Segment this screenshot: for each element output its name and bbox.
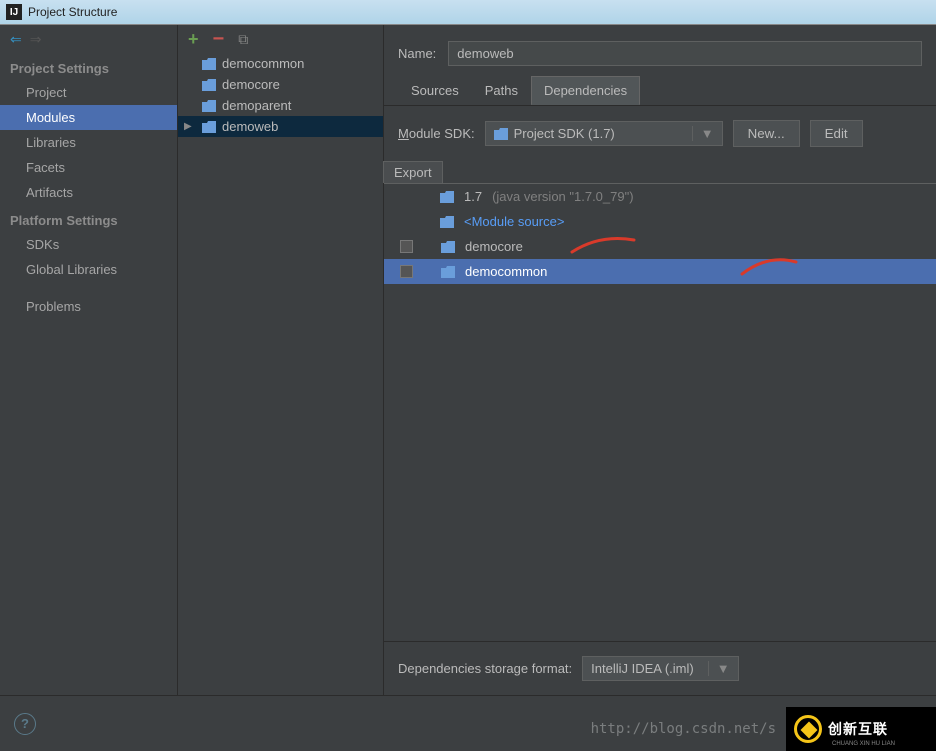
remove-icon[interactable]: − (213, 28, 225, 51)
folder-icon (202, 58, 216, 70)
dep-item-democommon[interactable]: democommon (384, 259, 936, 284)
module-list-panel: + − ⧉ democommon democore demoparent ▶ d… (178, 25, 384, 695)
module-label: demoparent (222, 98, 291, 113)
watermark-sub: CHUANG XIN HU LIAN (832, 741, 895, 747)
module-label: democore (222, 77, 280, 92)
nav-arrows: ⇐ ⇒ (0, 25, 177, 53)
folder-icon (440, 216, 454, 228)
dep-item-democore[interactable]: democore (384, 234, 936, 259)
section-platform-settings: Platform Settings (0, 205, 177, 232)
folder-icon (202, 121, 216, 133)
bottom-bar: ? http://blog.csdn.net/s 创新互联 CHUANG XIN… (0, 695, 936, 751)
storage-label: Dependencies storage format: (398, 661, 572, 676)
watermark-logo-icon (794, 715, 822, 743)
export-header: Export (383, 161, 443, 183)
dep-item-sdk[interactable]: 1.7 (java version "1.7.0_79") (384, 184, 936, 209)
back-icon[interactable]: ⇐ (10, 31, 22, 48)
dep-name: democore (465, 239, 523, 254)
copy-icon[interactable]: ⧉ (238, 31, 248, 48)
module-item-democommon[interactable]: democommon (178, 53, 383, 74)
folder-icon (441, 241, 455, 253)
watermark-logo: 创新互联 CHUANG XIN HU LIAN (786, 707, 936, 751)
title-bar: IJ Project Structure (0, 0, 936, 25)
folder-icon (202, 100, 216, 112)
dep-version: (java version "1.7.0_79") (492, 189, 633, 204)
folder-icon (440, 191, 454, 203)
folder-icon (202, 79, 216, 91)
dep-name: <Module source> (464, 214, 564, 229)
edit-button[interactable]: Edit (810, 120, 863, 147)
nav-artifacts[interactable]: Artifacts (0, 180, 177, 205)
nav-modules[interactable]: Modules (0, 105, 177, 130)
sdk-select[interactable]: Project SDK (1.7) ▼ (485, 121, 723, 146)
app-icon: IJ (6, 4, 22, 20)
section-project-settings: Project Settings (0, 53, 177, 80)
dependencies-list: 1.7 (java version "1.7.0_79") <Module so… (384, 183, 936, 641)
settings-sidebar: ⇐ ⇒ Project Settings Project Modules Lib… (0, 25, 178, 695)
sdk-value: Project SDK (1.7) (514, 126, 615, 141)
module-item-democore[interactable]: democore (178, 74, 383, 95)
module-item-demoparent[interactable]: demoparent (178, 95, 383, 116)
storage-value: IntelliJ IDEA (.iml) (591, 661, 694, 676)
nav-sdks[interactable]: SDKs (0, 232, 177, 257)
folder-icon (494, 128, 508, 140)
export-checkbox[interactable] (400, 265, 413, 278)
dep-name: democommon (465, 264, 547, 279)
add-icon[interactable]: + (188, 29, 199, 50)
nav-libraries[interactable]: Libraries (0, 130, 177, 155)
dropdown-icon: ▼ (692, 126, 714, 141)
new-button[interactable]: New... (733, 120, 800, 147)
tab-dependencies[interactable]: Dependencies (531, 76, 640, 105)
nav-global-libraries[interactable]: Global Libraries (0, 257, 177, 282)
nav-project[interactable]: Project (0, 80, 177, 105)
forward-icon: ⇒ (30, 31, 42, 48)
expand-arrow-icon[interactable]: ▶ (184, 121, 192, 132)
tab-paths[interactable]: Paths (472, 76, 531, 105)
window-title: Project Structure (28, 5, 117, 19)
name-label: Name: (398, 46, 436, 61)
nav-problems[interactable]: Problems (0, 294, 177, 319)
help-icon[interactable]: ? (14, 713, 36, 735)
tabs: Sources Paths Dependencies (384, 76, 936, 106)
module-label: demoweb (222, 119, 278, 134)
tab-sources[interactable]: Sources (398, 76, 472, 105)
export-checkbox[interactable] (400, 240, 413, 253)
module-item-demoweb[interactable]: ▶ demoweb (178, 116, 383, 137)
dep-name: 1.7 (464, 189, 482, 204)
detail-panel: Name: Sources Paths Dependencies Module … (384, 25, 936, 695)
watermark-brand: 创新互联 (828, 719, 888, 739)
module-toolbar: + − ⧉ (178, 25, 383, 53)
module-name-input[interactable] (448, 41, 922, 66)
folder-icon (441, 266, 455, 278)
dep-item-module-source[interactable]: <Module source> (384, 209, 936, 234)
watermark-url: http://blog.csdn.net/s (591, 721, 776, 737)
sdk-label: Module SDK: (398, 126, 475, 141)
nav-facets[interactable]: Facets (0, 155, 177, 180)
dropdown-icon: ▼ (708, 661, 730, 676)
module-label: democommon (222, 56, 304, 71)
storage-format-select[interactable]: IntelliJ IDEA (.iml) ▼ (582, 656, 738, 681)
